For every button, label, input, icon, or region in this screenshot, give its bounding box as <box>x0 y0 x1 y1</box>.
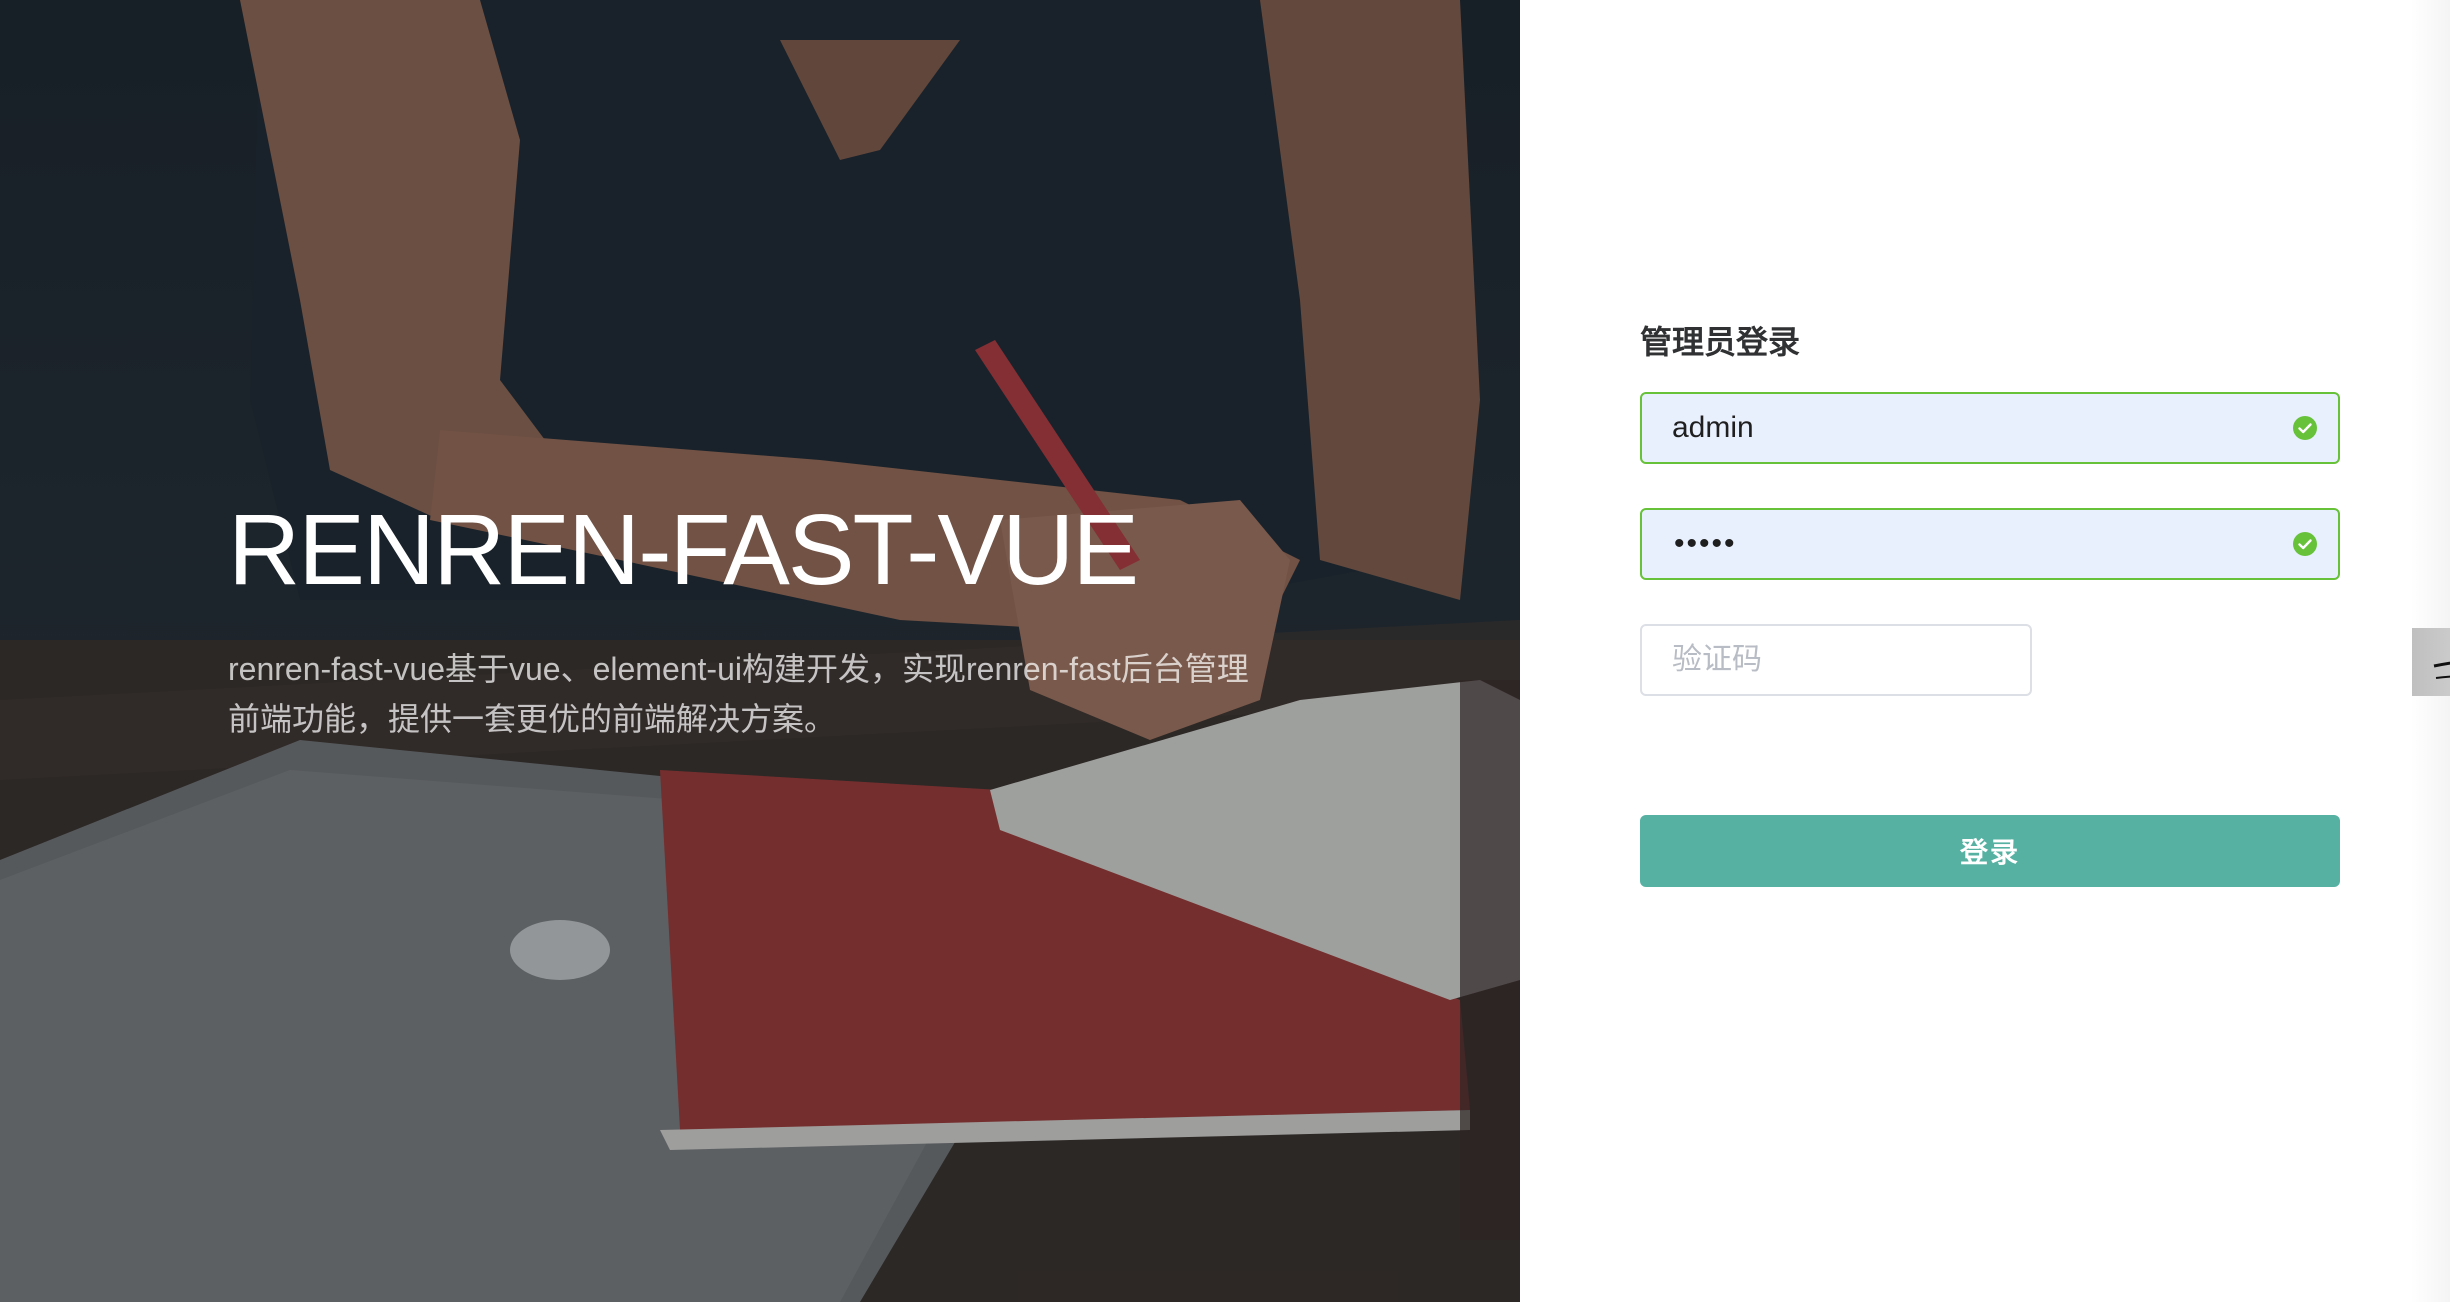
captcha-noise-lines <box>2433 661 2450 679</box>
captcha-field <box>1640 624 2032 696</box>
brand-description: renren-fast-vue基于vue、element-ui构建开发，实现re… <box>228 651 1249 737</box>
login-panel: 管理员登录 ••••• <box>1520 0 2450 1302</box>
check-circle-icon <box>2293 416 2317 440</box>
username-input[interactable] <box>1642 394 2338 462</box>
password-masked-value: ••••• <box>1674 527 1737 560</box>
password-input[interactable] <box>1642 510 2338 578</box>
hero-section: RENREN-FAST-VUE renren-fast-vue基于vue、ele… <box>0 0 1520 1302</box>
password-field: ••••• <box>1640 508 2340 580</box>
brand-title: RENREN-FAST-VUE <box>228 494 1139 606</box>
login-title: 管理员登录 <box>1640 323 1801 361</box>
captcha-image[interactable]: n8x58 <box>2412 628 2450 696</box>
login-page: RENREN-FAST-VUE renren-fast-vue基于vue、ele… <box>0 0 2450 1302</box>
check-circle-icon <box>2293 532 2317 556</box>
username-field <box>1640 392 2340 464</box>
captcha-input[interactable] <box>1642 626 2030 694</box>
login-button[interactable]: 登录 <box>1640 815 2340 887</box>
